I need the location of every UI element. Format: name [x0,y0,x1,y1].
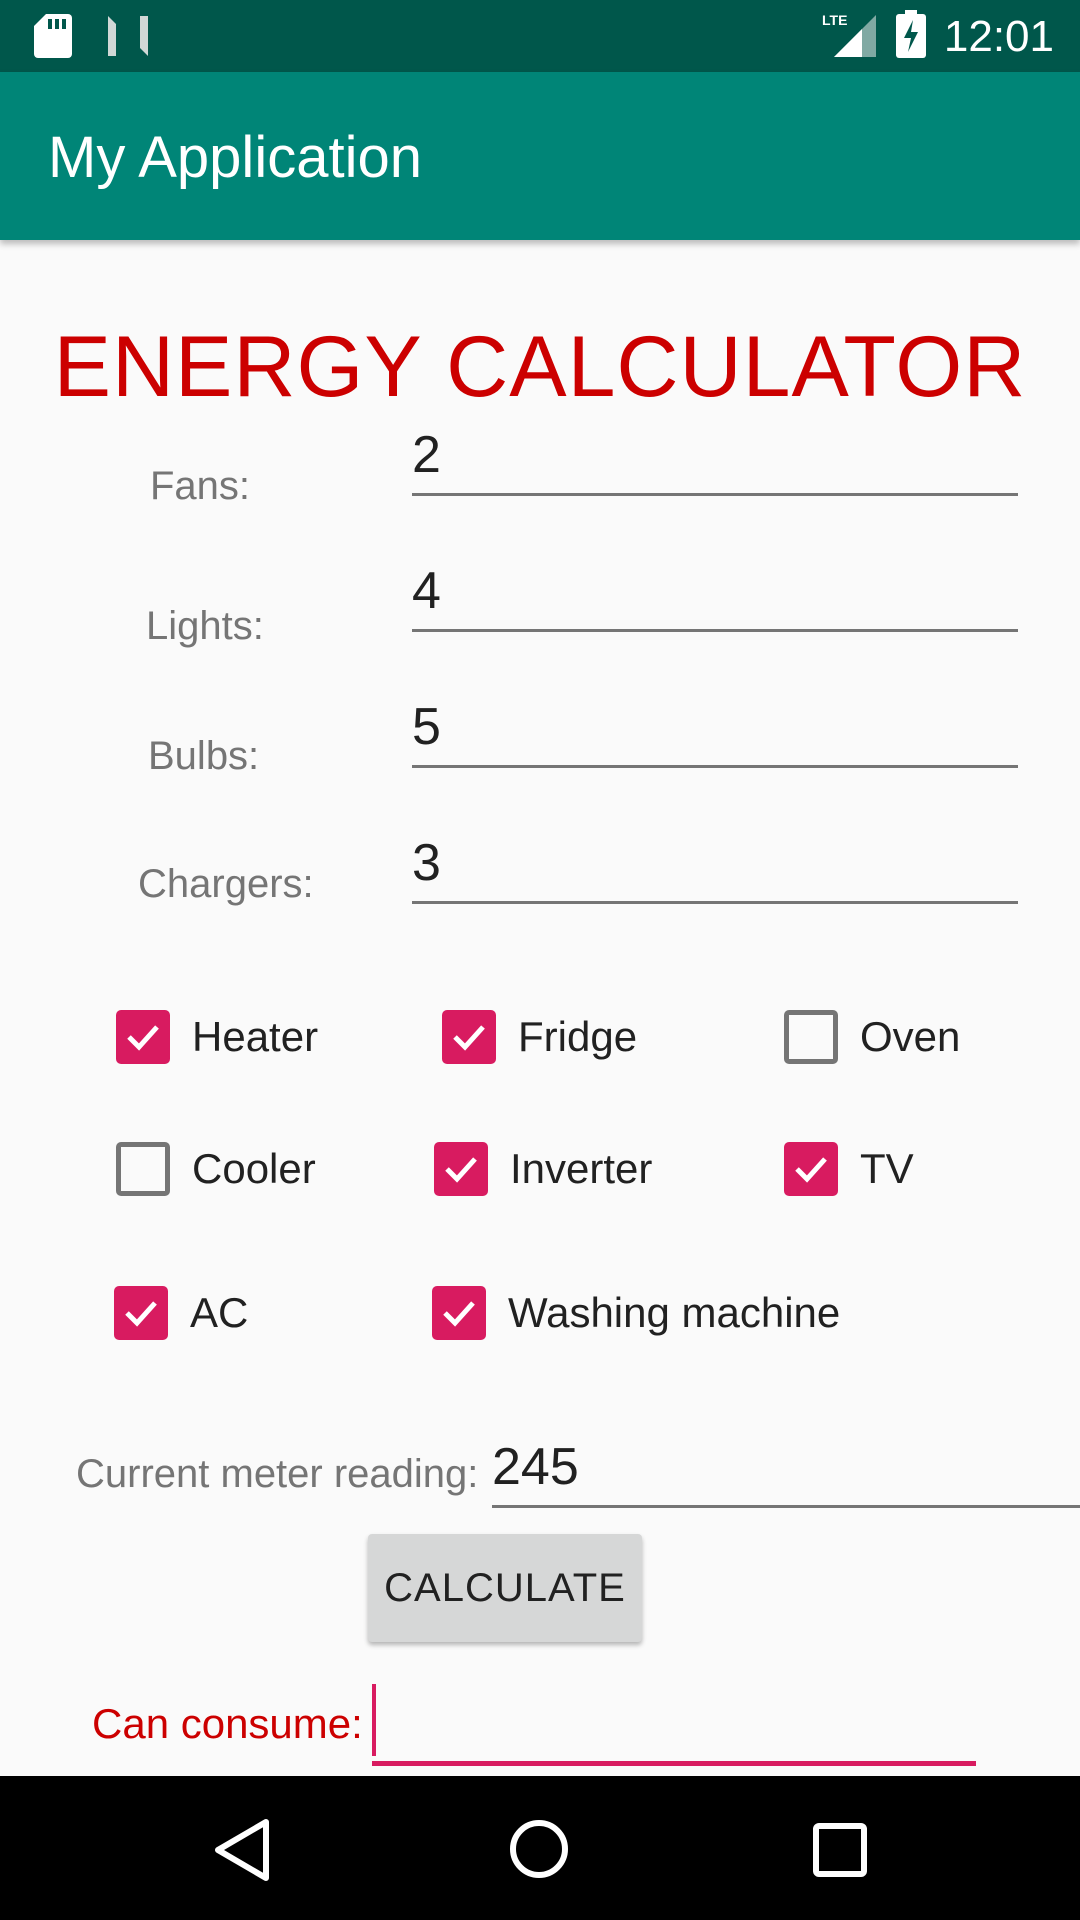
chargers-label: Chargers: [138,862,314,906]
clock: 12:01 [943,11,1054,61]
checkbox-ac[interactable]: AC [114,1286,248,1340]
fans-value: 2 [412,426,441,484]
checkbox-checked-icon [784,1142,838,1196]
lte-signal-icon: LTE [822,11,878,62]
bulbs-input[interactable]: 5 [412,690,1018,768]
checkbox-cooler[interactable]: Cooler [116,1142,316,1196]
chargers-input[interactable]: 3 [412,826,1018,904]
navigation-bar [0,1776,1080,1920]
bulbs-label: Bulbs: [148,734,260,778]
checkbox-label: Heater [192,1013,319,1060]
app-title: My Application [48,125,422,190]
svg-text:LTE: LTE [822,12,847,28]
meter-label: Current meter reading: [76,1452,479,1496]
checkbox-heater[interactable]: Heater [116,1010,318,1064]
battery-charging-icon [895,10,926,63]
lights-label: Lights: [146,604,264,648]
checkbox-washing-machine[interactable]: Washing machine [432,1286,840,1340]
fans-label: Fans: [150,464,251,508]
calculate-button[interactable]: CALCULATE [368,1534,642,1642]
meter-value: 245 [492,1438,579,1496]
lights-input[interactable]: 4 [412,554,1018,632]
checkbox-inverter[interactable]: Inverter [434,1142,652,1196]
page-heading: ENERGY CALCULATOR [53,319,1027,415]
meter-input[interactable]: 245 [492,1428,1080,1508]
can-consume-input[interactable] [372,1682,976,1766]
text-cursor [372,1684,376,1756]
checkbox-tv[interactable]: TV [784,1142,914,1196]
sd-card-icon [34,14,72,63]
can-consume-label: Can consume: [92,1700,363,1747]
lights-value: 4 [412,562,441,620]
checkbox-checked-icon [432,1286,486,1340]
checkbox-label: Oven [860,1013,961,1060]
status-bar: LTE 12:01 [0,0,1080,72]
chargers-value: 3 [412,834,441,892]
recents-icon[interactable] [812,1822,868,1883]
bulbs-value: 5 [412,698,441,756]
checkbox-label: TV [860,1145,914,1192]
checkbox-checked-icon [116,1010,170,1064]
n-notification-icon [106,16,150,61]
checkbox-label: Cooler [192,1145,316,1192]
checkbox-label: Washing machine [508,1289,841,1336]
app-bar: My Application [0,72,1080,240]
checkbox-label: Inverter [510,1145,653,1192]
back-icon[interactable] [212,1818,272,1887]
checkbox-label: AC [190,1289,249,1336]
checkbox-unchecked-icon [116,1142,170,1196]
checkbox-checked-icon [434,1142,488,1196]
home-icon[interactable] [508,1818,570,1885]
checkbox-checked-icon [442,1010,496,1064]
checkbox-checked-icon [114,1286,168,1340]
checkbox-fridge[interactable]: Fridge [442,1010,637,1064]
checkbox-label: Fridge [518,1013,638,1060]
fans-input[interactable]: 2 [412,418,1018,496]
checkbox-unchecked-icon [784,1010,838,1064]
checkbox-oven[interactable]: Oven [784,1010,960,1064]
